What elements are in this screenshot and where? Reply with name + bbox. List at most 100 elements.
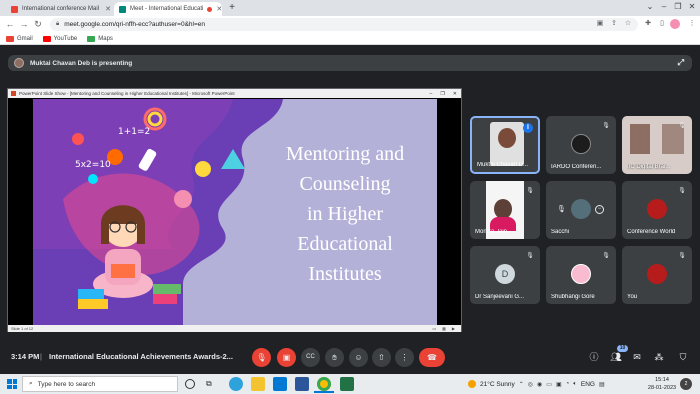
battery-icon[interactable]: ▭ <box>546 381 552 388</box>
meeting-time: 3:14 PM <box>11 352 40 361</box>
mic-off-icon: 🎙︎ <box>557 206 566 213</box>
camera-icon[interactable]: ▣ <box>594 18 606 30</box>
tab-gmail[interactable]: International conference Mail ✕ <box>6 2 116 16</box>
tray-app-icon[interactable]: ◎ <box>528 381 533 388</box>
participant-tile[interactable]: 🎙︎ IIC Digital Brai... <box>622 116 692 174</box>
participant-tile[interactable]: D 🎙︎ Dr Sanjeevani G... <box>470 246 540 304</box>
word-icon[interactable] <box>295 377 309 391</box>
youtube-icon <box>42 35 51 42</box>
volume-icon[interactable]: 🔈︎ <box>573 381 577 388</box>
share-icon[interactable]: ⇪ <box>608 18 620 30</box>
meeting-name: International Educational Achievements A… <box>49 352 233 361</box>
profile-avatar[interactable] <box>670 19 680 29</box>
participant-tile[interactable]: 🎙︎ Shubhangi Gore <box>546 246 616 304</box>
system-tray: 21°C Sunny ⌃ ◎ ◉ ▭ ▣ ◔ 🔈︎ ENG ▤ <box>468 376 605 392</box>
lock-icon: 🔒︎ <box>56 21 60 27</box>
host-controls-icon[interactable]: ⛉ <box>676 350 690 364</box>
info-icon[interactable]: ⓘ <box>587 350 601 364</box>
excel-icon[interactable] <box>340 377 354 391</box>
chevron-up-icon[interactable]: ⌃ <box>519 381 524 388</box>
participant-tile[interactable]: ⦀ Muktai Chavan D... <box>470 116 540 174</box>
ppt-window-controls: – ❐ ✕ <box>429 90 457 97</box>
language-indicator[interactable]: ENG <box>581 381 595 388</box>
avatar <box>14 58 24 68</box>
weather-text: 21°C Sunny <box>480 380 515 388</box>
bookmark-youtube[interactable]: YouTube <box>42 35 77 42</box>
activities-icon[interactable]: ⁂ <box>652 350 666 364</box>
raise-hand-button[interactable]: ✋︎ <box>325 348 344 367</box>
taskbar-search[interactable]: ⌕ Type here to search <box>22 376 178 392</box>
participant-tile[interactable]: 🎙︎ Monika Jain <box>470 181 540 239</box>
reactions-button[interactable]: ☺ <box>349 348 368 367</box>
cortana-icon[interactable] <box>185 379 195 389</box>
new-tab-button[interactable]: + <box>226 2 238 14</box>
mic-off-icon: 🎙︎ <box>678 188 686 194</box>
more-options-button[interactable]: ⋮ <box>395 348 414 367</box>
recording-dot-icon <box>207 6 213 12</box>
back-icon[interactable]: ← <box>4 18 16 30</box>
separator: | <box>40 352 42 361</box>
chevron-down-icon[interactable]: ⌄ <box>644 1 656 13</box>
maximize-icon[interactable]: ❐ <box>672 1 684 13</box>
avatar <box>571 264 591 284</box>
remove-icon[interactable]: − <box>595 205 604 214</box>
mic-off-icon: 🎙︎ <box>678 123 686 129</box>
camera-toggle-button[interactable]: ▣ <box>277 348 296 367</box>
mic-off-icon: 🎙︎ <box>602 123 610 129</box>
reload-icon[interactable]: ↻ <box>32 18 44 30</box>
address-bar[interactable]: 🔒︎ meet.google.com/qri-nffh-ecc?authuser… <box>50 18 638 31</box>
participant-tile[interactable]: 🎙︎ − Sacchi <box>546 181 616 239</box>
star-icon[interactable]: ☆ <box>622 18 634 30</box>
active-app-indicator <box>314 391 334 393</box>
mic-off-icon: 🎙︎ <box>678 253 686 259</box>
notification-badge[interactable]: 2 <box>680 378 692 390</box>
mic-off-icon: 🎙︎ <box>526 253 534 259</box>
close-icon[interactable]: ✕ <box>216 5 222 13</box>
menu-icon[interactable]: ⋮ <box>686 18 698 30</box>
presenting-text: Muktai Chavan Deb is presenting <box>30 59 133 67</box>
wifi-icon[interactable]: ◔ <box>566 381 570 387</box>
participant-tile[interactable]: 🎙︎ You <box>622 246 692 304</box>
avatar-initial: D <box>495 264 515 284</box>
tray-app-icon[interactable]: ▣ <box>556 381 562 388</box>
gmail-icon <box>6 35 14 42</box>
svg-text:5x2=10: 5x2=10 <box>75 160 111 170</box>
ppt-titlebar: PowerPoint Slide Show - [Mentoring and C… <box>8 89 461 98</box>
expand-icon[interactable]: ⤢ <box>678 58 684 68</box>
captions-button[interactable]: CC <box>301 348 320 367</box>
tray-app-icon[interactable]: ▤ <box>599 381 605 388</box>
close-icon[interactable]: ✕ <box>105 5 111 13</box>
close-window-icon[interactable]: ✕ <box>686 1 698 13</box>
slide-counter: Slide 1 of 12 <box>11 326 34 331</box>
participant-tile[interactable]: 🎙︎ IARDO Conferen... <box>546 116 616 174</box>
file-explorer-icon[interactable] <box>251 377 265 391</box>
task-view-icon[interactable]: ⧉ <box>206 379 212 389</box>
presenting-banner: Muktai Chavan Deb is presenting ⤢ <box>8 55 692 71</box>
tab-meet[interactable]: Meet - International Educati ✕ <box>114 2 222 16</box>
leave-call-button[interactable]: ☎︎ <box>419 348 445 367</box>
chrome-icon[interactable] <box>317 377 331 391</box>
forward-icon[interactable]: → <box>18 18 30 30</box>
tab-title: International conference Mail <box>22 6 100 12</box>
speaking-icon: ⦀ <box>523 123 533 133</box>
slide: 1+1=2 5x2=10 Mentoring and Counseling in… <box>33 99 437 325</box>
avatar <box>571 199 591 219</box>
minimize-icon[interactable]: – <box>658 1 670 13</box>
mic-off-icon: 🎙︎ <box>602 253 610 259</box>
edge-icon[interactable] <box>229 377 243 391</box>
chat-icon[interactable]: ✉ <box>630 350 644 364</box>
avatar <box>647 199 667 219</box>
bookmark-gmail[interactable]: Gmail <box>6 35 33 42</box>
mic-toggle-button[interactable]: 🎙︎ <box>252 348 271 367</box>
mail-icon[interactable] <box>273 377 287 391</box>
tray-app-icon[interactable]: ◉ <box>537 381 542 388</box>
present-button[interactable]: ⇧ <box>372 348 391 367</box>
taskbar-clock[interactable]: 15:14 28-01-2023 <box>647 376 677 392</box>
avatar <box>498 128 516 148</box>
people-icon[interactable]: 👥︎ <box>609 350 623 364</box>
extensions-icon[interactable]: ✚ <box>642 18 654 30</box>
bookmark-maps[interactable]: Maps <box>87 35 113 42</box>
windows-start-icon[interactable] <box>7 379 17 389</box>
participant-tile[interactable]: 🎙︎ Conference World <box>622 181 692 239</box>
sidepanel-icon[interactable]: ▯ <box>656 18 668 30</box>
